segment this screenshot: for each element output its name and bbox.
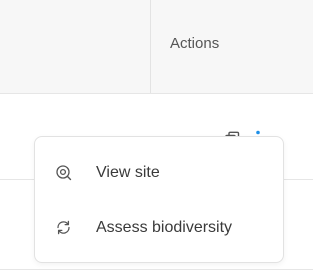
- view-site-icon: [56, 165, 72, 181]
- page: Actions View site Assess biodiversity: [0, 0, 313, 275]
- menu-item-view-site[interactable]: View site: [35, 153, 283, 193]
- actions-dropdown-menu: View site Assess biodiversity: [34, 136, 284, 263]
- table-header-row: Actions: [0, 0, 313, 94]
- actions-column-header: Actions: [170, 35, 220, 52]
- refresh-icon: [57, 220, 70, 235]
- menu-item-assess-biodiversity[interactable]: Assess biodiversity: [35, 208, 283, 248]
- menu-item-label: View site: [96, 164, 160, 181]
- menu-item-label: Assess biodiversity: [96, 219, 233, 236]
- row-divider: [0, 269, 313, 270]
- column-divider: [150, 0, 151, 93]
